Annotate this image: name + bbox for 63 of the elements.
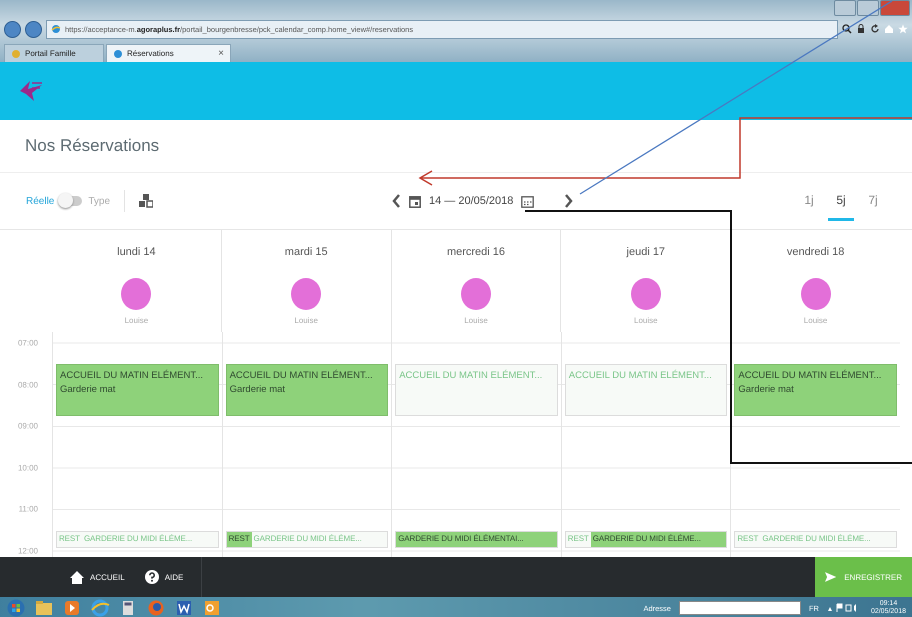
maximize-button[interactable]: [857, 0, 879, 16]
lock-icon[interactable]: [856, 24, 866, 34]
hour-label: 09:00: [18, 422, 38, 431]
address-field[interactable]: [678, 601, 801, 615]
forward-button[interactable]: [25, 20, 42, 38]
minimize-button[interactable]: [834, 0, 856, 16]
tray-icons[interactable]: [826, 603, 857, 613]
toggle-label: Type: [88, 196, 110, 206]
close-tab-icon[interactable]: ×: [218, 48, 224, 59]
start-button[interactable]: [6, 599, 26, 617]
child-name: Louise: [124, 316, 148, 325]
calendar-icon: [409, 194, 421, 208]
hour-label: 08:00: [18, 380, 38, 390]
browser-tab[interactable]: Portail Famille: [4, 44, 104, 62]
reservation-slot[interactable]: GARDERIE DU MIDI ÉLÉME...: [590, 532, 726, 547]
blocks-icon[interactable]: [139, 194, 154, 208]
hour-label: 11:00: [18, 504, 38, 514]
word-icon[interactable]: [174, 599, 194, 617]
back-button[interactable]: [4, 20, 21, 38]
hour-label: 12:00: [18, 546, 38, 556]
mode-toggle[interactable]: [60, 196, 82, 206]
reservation-slot[interactable]: GARDERIE DU MIDI ÉLÉMENTAI...: [396, 532, 557, 547]
help-icon: [144, 570, 159, 584]
reservation-slot[interactable]: REST: [226, 532, 252, 547]
view-tab[interactable]: 5j: [828, 181, 854, 221]
day-header: jeudi 17: [626, 246, 666, 258]
day-header: mardi 15: [284, 246, 328, 258]
footer-link[interactable]: ACCUEIL: [60, 557, 135, 597]
child-name: Louise: [294, 316, 318, 325]
folder-icon[interactable]: [34, 599, 54, 617]
home-icon: [70, 570, 84, 584]
day-header: vendredi 18: [786, 246, 844, 258]
hour-label: 10:00: [18, 463, 38, 472]
avatar: [291, 278, 322, 310]
next-button[interactable]: [564, 193, 574, 209]
view-tab[interactable]: 1j: [796, 181, 822, 221]
logo-icon: [18, 79, 44, 103]
browser-tab[interactable]: Réservations ×: [106, 44, 231, 62]
hour-label: 07:00: [18, 338, 38, 348]
toggle-label: Réelle: [26, 196, 54, 206]
footer-link[interactable]: AIDE: [134, 557, 194, 597]
calendar-picker-icon[interactable]: [521, 194, 534, 208]
day-header: lundi 14: [117, 246, 156, 258]
reservation-slot[interactable]: ACCUEIL DU MATIN ELÉMENT... Garderie mat: [226, 364, 388, 416]
child-name: Louise: [634, 316, 658, 325]
reservation-slot[interactable]: ACCUEIL DU MATIN ELÉMENT... Garderie mat: [56, 364, 219, 416]
avatar: [121, 278, 152, 310]
refresh-icon[interactable]: [870, 24, 880, 34]
reservation-slot[interactable]: ACCUEIL DU MATIN ELÉMENT... Garderie mat: [734, 364, 897, 416]
page-title: Nos Réservations: [25, 136, 160, 156]
star-icon[interactable]: [898, 24, 908, 34]
previous-button[interactable]: [391, 193, 401, 209]
view-tab[interactable]: 7j: [860, 181, 886, 221]
date-range: 14 — 20/05/2018: [429, 195, 514, 207]
send-icon: [825, 570, 836, 584]
media-player-icon[interactable]: [62, 599, 82, 617]
avatar: [460, 278, 491, 310]
day-header: mercredi 16: [446, 246, 506, 258]
search-icon[interactable]: [842, 24, 852, 34]
child-name: Louise: [464, 316, 488, 325]
avatar: [800, 278, 831, 310]
child-name: Louise: [804, 316, 828, 325]
avatar: [630, 278, 661, 310]
